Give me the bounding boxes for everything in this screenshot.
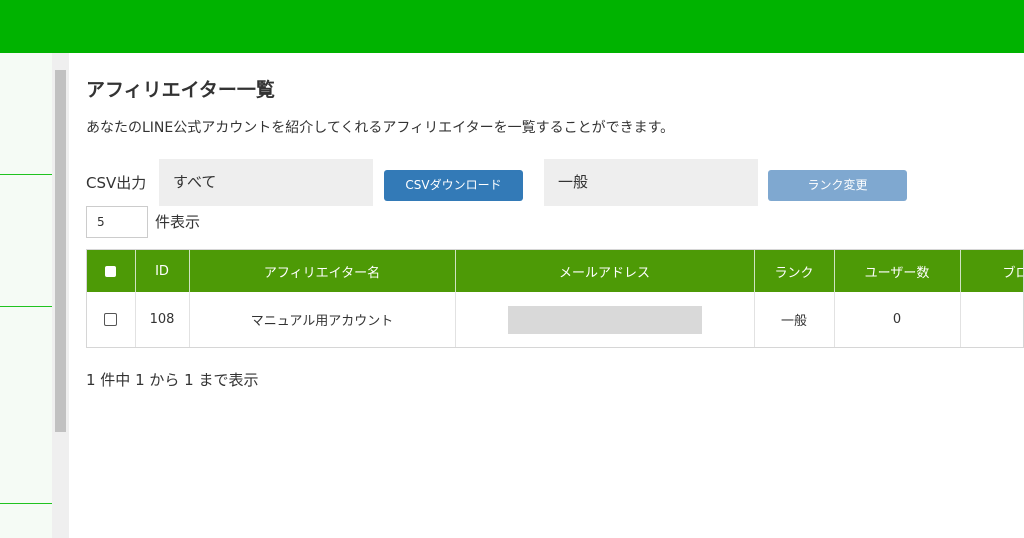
column-header-users[interactable]: ユーザー数 — [834, 250, 961, 292]
sidebar-divider — [0, 174, 52, 175]
row-name: マニュアル用アカウント — [189, 292, 456, 347]
table-row: 108 マニュアル用アカウント 一般 0 0 — [87, 292, 1023, 347]
csv-output-label: CSV出力 — [86, 174, 147, 192]
table-header-row: ID アフィリエイター名 メールアドレス ランク ユーザー数 ブロック — [87, 250, 1023, 292]
sidebar-divider — [0, 503, 52, 504]
per-page-label: 件表示 — [155, 213, 201, 231]
sidebar — [0, 53, 52, 538]
column-header-rank[interactable]: ランク — [754, 250, 835, 292]
row-blocks: 0 — [960, 292, 1023, 347]
column-header-id[interactable]: ID — [135, 250, 190, 292]
column-header-name[interactable]: アフィリエイター名 — [189, 250, 456, 292]
row-rank: 一般 — [754, 292, 835, 347]
csv-download-button[interactable]: CSVダウンロード — [384, 170, 523, 201]
select-all-checkbox[interactable] — [105, 265, 117, 277]
sidebar-divider — [0, 306, 52, 307]
column-header-blocks[interactable]: ブロック — [960, 250, 1023, 292]
page-title: アフィリエイター一覧 — [86, 79, 275, 101]
top-bar — [0, 0, 1024, 53]
scrollbar-thumb[interactable] — [55, 70, 66, 432]
affiliator-table: ID アフィリエイター名 メールアドレス ランク ユーザー数 ブロック 108 … — [86, 249, 1024, 348]
email-redaction — [507, 305, 702, 334]
row-email-cell — [455, 292, 755, 347]
csv-filter-select[interactable]: すべて — [159, 159, 373, 206]
row-checkbox[interactable] — [104, 313, 118, 326]
rank-change-button[interactable]: ランク変更 — [768, 170, 907, 201]
rank-select[interactable]: 一般 — [544, 159, 758, 206]
row-id: 108 — [135, 292, 190, 347]
row-users: 0 — [834, 292, 961, 347]
pagination-info: 1 件中 1 から 1 まで表示 — [86, 371, 259, 389]
page-description: あなたのLINE公式アカウントを紹介してくれるアフィリエイターを一覧することがで… — [86, 120, 675, 136]
column-header-email[interactable]: メールアドレス — [455, 250, 755, 292]
main-content: アフィリエイター一覧 あなたのLINE公式アカウントを紹介してくれるアフィリエイ… — [69, 53, 1024, 538]
select-all-cell[interactable] — [87, 250, 136, 292]
per-page-input[interactable]: 5 — [86, 206, 148, 238]
row-select-cell[interactable] — [87, 292, 136, 347]
